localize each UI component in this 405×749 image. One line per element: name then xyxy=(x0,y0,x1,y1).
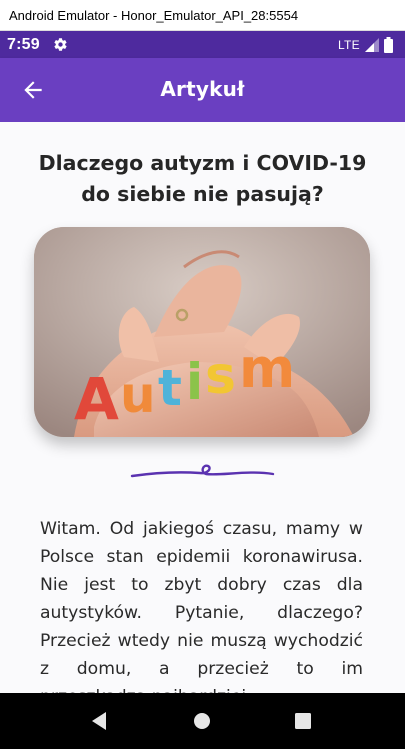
phone-screen: 7:59 LTE Artykuł Dlaczego autyzm i COVID… xyxy=(0,31,405,749)
image-letter-u: u xyxy=(120,366,156,424)
article-scroll-area[interactable]: Dlaczego autyzm i COVID-19 do siebie nie… xyxy=(0,122,405,693)
image-letter-i: i xyxy=(186,353,203,411)
article-title: Dlaczego autyzm i COVID-19 do siebie nie… xyxy=(38,151,367,206)
page-title: Artykuł xyxy=(160,77,245,101)
hands-autism-illustration: A u t i s m xyxy=(34,227,370,437)
android-navigation-bar xyxy=(0,693,405,749)
decorative-squiggle-divider xyxy=(130,464,275,478)
signal-icon xyxy=(365,37,379,52)
image-letter-a: A xyxy=(74,365,119,433)
emulator-window-title: Android Emulator - Honor_Emulator_API_28… xyxy=(0,0,405,31)
article-body: Witam. Od jakiegoś czasu, mamy w Polsce … xyxy=(40,519,363,693)
overview-square-icon[interactable] xyxy=(291,709,315,733)
image-letter-m: m xyxy=(239,337,295,400)
image-letter-s: s xyxy=(205,346,236,406)
status-indicators: LTE xyxy=(337,36,393,53)
home-circle-icon[interactable] xyxy=(190,709,214,733)
article-image: A u t i s m xyxy=(34,227,370,437)
network-type: LTE xyxy=(337,37,360,52)
image-letter-t: t xyxy=(158,359,182,417)
battery-icon xyxy=(384,36,393,53)
app-bar: Artykuł xyxy=(0,58,405,122)
status-bar: 7:59 LTE xyxy=(0,31,405,58)
back-triangle-icon[interactable] xyxy=(88,709,112,733)
status-time: 7:59 xyxy=(7,35,40,53)
gear-icon xyxy=(54,38,67,51)
